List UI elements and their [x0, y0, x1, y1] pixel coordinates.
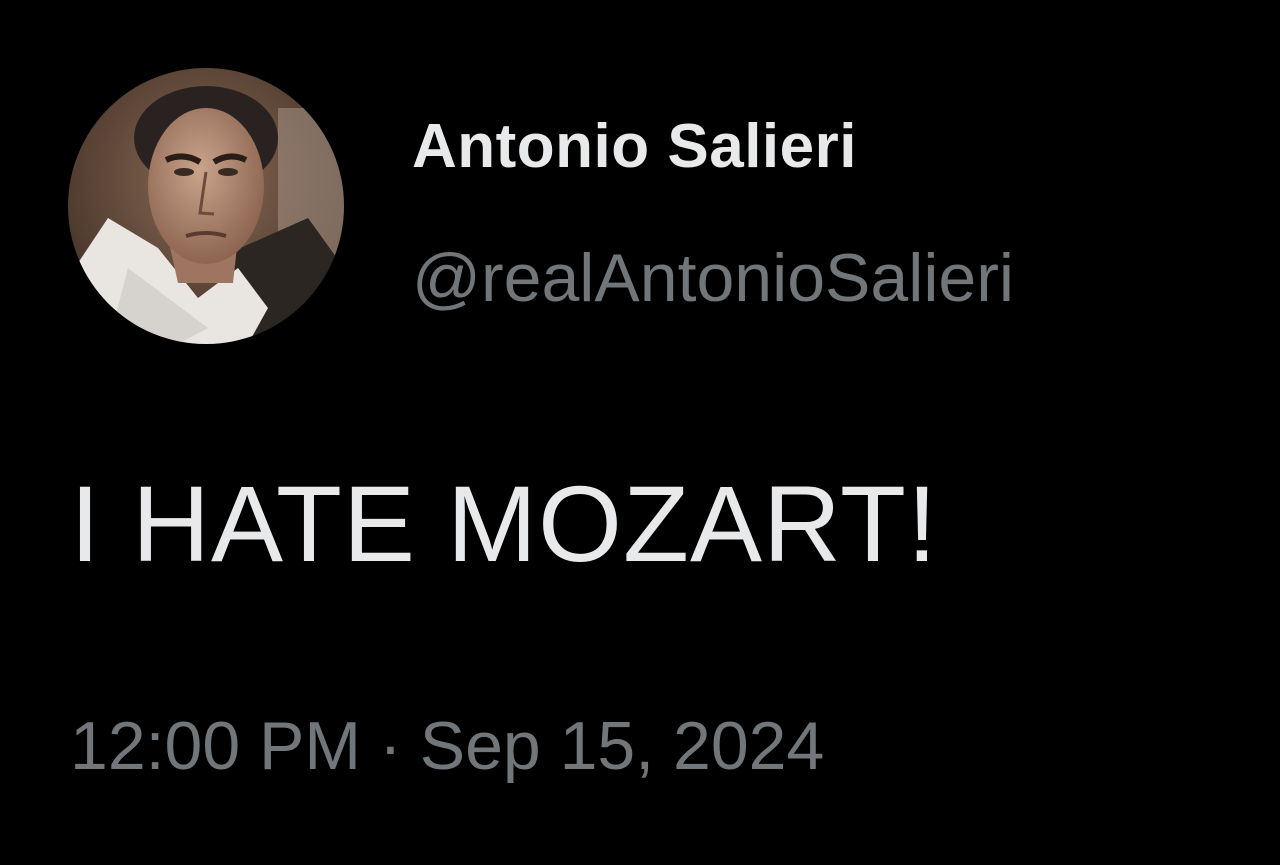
timestamp-separator: · — [379, 708, 402, 784]
tweet-body-text: I HATE MOZART! — [70, 463, 939, 584]
tweet-time: 12:00 PM — [70, 708, 362, 784]
tweet-card: Antonio Salieri @realAntonioSalieri I HA… — [0, 0, 1280, 865]
profile-avatar[interactable] — [68, 68, 344, 344]
tweet-timestamp[interactable]: 12:00 PM · Sep 15, 2024 — [70, 712, 824, 780]
author-handle[interactable]: @realAntonioSalieri — [412, 244, 1014, 312]
tweet-date: Sep 15, 2024 — [419, 708, 825, 784]
author-display-name[interactable]: Antonio Salieri — [412, 116, 857, 178]
avatar-photo-icon — [68, 68, 344, 344]
